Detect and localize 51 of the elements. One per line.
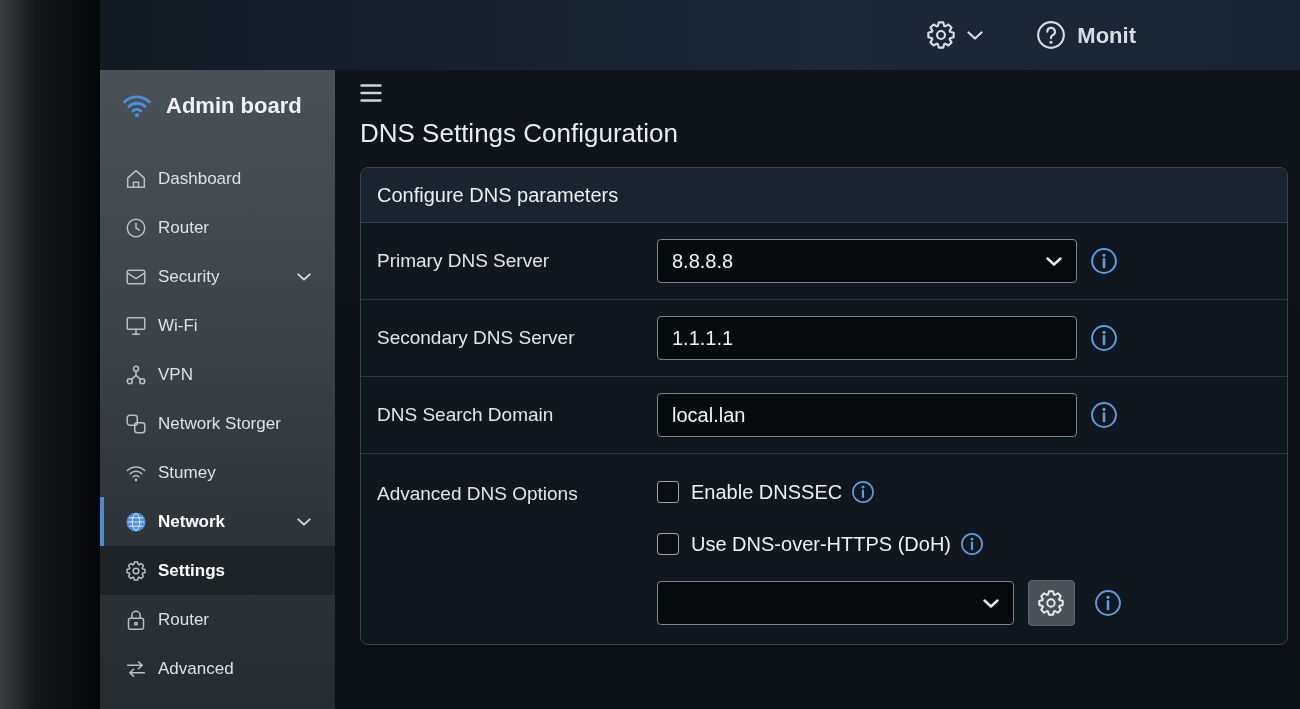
sidebar-item[interactable]: Settings <box>100 546 335 595</box>
monitor-icon <box>126 315 146 336</box>
checkbox-label[interactable]: Enable DNSSEC <box>691 477 843 508</box>
checkbox-label[interactable]: Use DNS-over-HTTPS (DoH) <box>691 529 952 560</box>
settings-icon <box>927 21 956 49</box>
dropdown-field[interactable]: 8.8.8.8 <box>657 239 1077 284</box>
nodes-icon <box>126 364 146 385</box>
settings-button[interactable] <box>1027 580 1075 627</box>
info-icon <box>1091 325 1117 352</box>
input-field[interactable]: local.lan <box>657 393 1077 438</box>
wifi-icon <box>122 92 152 118</box>
sidebar-item[interactable]: Router <box>100 203 335 252</box>
home-icon <box>126 168 146 189</box>
help-icon <box>1037 21 1066 49</box>
card-title: Configure DNS parameters <box>361 168 1287 224</box>
sidebar-item[interactable]: Wi-Fi <box>100 301 335 350</box>
clock-icon <box>126 217 146 238</box>
sidebar-item[interactable]: Dashboard <box>100 154 335 203</box>
info-icon <box>1095 590 1121 617</box>
help-button[interactable]: Monit <box>1033 14 1140 56</box>
brand-title: Admin board <box>166 91 302 120</box>
info-icon <box>961 533 984 556</box>
sidebar-item[interactable]: Advanced <box>100 644 335 693</box>
chevron-down-icon <box>982 598 999 608</box>
input-field[interactable]: 1.1.1.1 <box>657 316 1077 361</box>
sidebar-item[interactable]: Network Storger <box>100 399 335 448</box>
chevron-down-icon <box>967 30 984 40</box>
field-label: Advanced DNS Options <box>377 482 579 507</box>
field-label: Secondary DNS Server <box>377 325 576 350</box>
globe-icon <box>126 511 146 532</box>
field-label: DNS Search Domain <box>377 402 555 427</box>
info-icon <box>852 481 875 504</box>
gear-icon <box>126 560 146 581</box>
info-icon <box>1091 248 1117 275</box>
gear-icon <box>1038 590 1065 617</box>
chevron-down-icon <box>1046 256 1062 266</box>
sidebar-item[interactable]: Security <box>100 252 335 301</box>
field-label: Primary DNS Server <box>377 248 551 273</box>
dropdown-field[interactable] <box>657 581 1014 626</box>
page-title: DNS Settings Configuration <box>360 118 679 150</box>
checkbox[interactable] <box>657 533 679 556</box>
info-icon <box>1091 402 1117 429</box>
menu-icon <box>360 84 382 102</box>
checkbox[interactable] <box>657 481 679 504</box>
sidebar-item[interactable]: Router <box>100 595 335 644</box>
arrows-icon <box>126 658 146 679</box>
menu-button[interactable] <box>360 84 382 102</box>
lock-icon <box>126 609 146 630</box>
sidebar-item[interactable]: Stumey <box>100 448 335 497</box>
sidebar-item[interactable]: VPN <box>100 350 335 399</box>
squares-icon <box>126 413 146 434</box>
